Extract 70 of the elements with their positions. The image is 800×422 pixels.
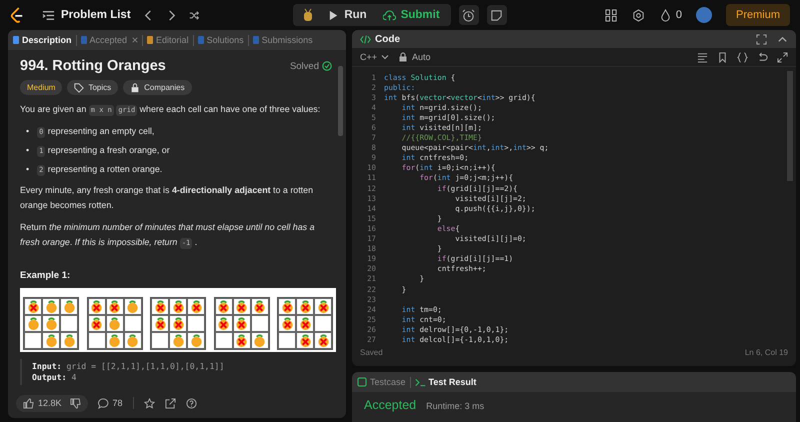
- settings-icon[interactable]: [632, 8, 645, 22]
- reset-icon[interactable]: [757, 52, 768, 62]
- scrollbar[interactable]: [787, 71, 793, 181]
- star-icon[interactable]: [144, 398, 155, 408]
- alarm-clock-button[interactable]: [458, 5, 479, 25]
- note-icon: [490, 8, 504, 22]
- code-icon: [360, 34, 371, 44]
- premium-button[interactable]: Premium: [726, 4, 790, 26]
- runtime-text: Runtime: 3 ms: [426, 401, 484, 411]
- tab-icon: [13, 36, 19, 44]
- check-circle-icon: [322, 61, 332, 71]
- alarm-clock-icon: [462, 8, 476, 22]
- save-status: Saved: [360, 348, 383, 359]
- note-button[interactable]: [486, 5, 507, 25]
- grid-icon[interactable]: [604, 8, 618, 22]
- thumbs-up-icon: [23, 398, 34, 408]
- fullscreen-icon[interactable]: [756, 34, 767, 44]
- comments-button[interactable]: 78: [98, 398, 123, 408]
- problem-title: 994. Rotting Oranges: [20, 58, 166, 74]
- solved-status: Solved: [290, 60, 319, 72]
- example-heading: Example 1:: [20, 270, 72, 281]
- tag-chip[interactable]: Companies: [123, 80, 192, 95]
- scrollbar[interactable]: [338, 66, 343, 136]
- shuffle-icon[interactable]: [188, 10, 200, 20]
- code-tab[interactable]: Code: [360, 34, 400, 44]
- paragraph: Every minute, any fresh orange that is 4-directionally adjacent to a rotten orange becomes rotten.: [20, 184, 314, 212]
- tab[interactable]: Testcase: [357, 377, 406, 387]
- thumbs-down-icon[interactable]: [70, 398, 81, 408]
- tag-chip[interactable]: Topics: [67, 80, 118, 95]
- chevron-down-icon: [381, 53, 390, 61]
- language-select[interactable]: C++: [360, 52, 390, 62]
- close-icon[interactable]: [132, 37, 138, 43]
- tab[interactable]: Accepted: [80, 35, 138, 45]
- tab[interactable]: Solutions: [198, 35, 244, 45]
- format-icon[interactable]: [697, 52, 708, 62]
- run-button[interactable]: Run: [321, 4, 374, 26]
- expand-icon[interactable]: [777, 52, 788, 62]
- lock-icon: [130, 82, 140, 92]
- bookmark-icon[interactable]: [717, 52, 728, 62]
- submit-button[interactable]: Submit: [376, 4, 447, 26]
- logo[interactable]: [10, 7, 24, 23]
- tab-icon: [252, 36, 259, 44]
- comment-icon: [98, 398, 109, 408]
- braces-icon[interactable]: [737, 52, 748, 62]
- play-icon: [328, 10, 340, 20]
- list-icon: [42, 8, 55, 22]
- problem-list-button[interactable]: Problem List: [42, 8, 131, 22]
- cloud-upload-icon: [382, 8, 396, 22]
- tab-icon: [198, 36, 204, 44]
- flame-icon: [658, 8, 672, 22]
- example-text: Output: 4: [32, 372, 78, 383]
- difficulty-badge: Medium: [20, 80, 62, 95]
- tab-icon: [80, 36, 87, 44]
- tag-icon: [74, 82, 84, 92]
- auto-mode-label[interactable]: Auto: [398, 52, 431, 62]
- tab[interactable]: Submissions: [252, 35, 313, 45]
- tab-icon: [147, 36, 154, 44]
- checkbox-icon: [357, 377, 367, 387]
- lock-icon: [398, 52, 408, 62]
- tab[interactable]: Editorial: [147, 35, 189, 45]
- cursor-position: Ln 6, Col 19: [744, 348, 788, 359]
- example-text: Input: grid = [[2,1,1],[1,1,0],[0,1,1]]: [32, 361, 226, 372]
- streak-counter[interactable]: 0: [658, 8, 682, 22]
- tab[interactable]: Test Result: [414, 376, 476, 388]
- share-icon[interactable]: [164, 398, 176, 408]
- terminal-icon: [414, 376, 426, 388]
- tab[interactable]: Description: [13, 35, 72, 45]
- verdict-text: Accepted: [364, 398, 416, 413]
- avatar[interactable]: [696, 7, 712, 23]
- help-icon[interactable]: [186, 398, 197, 408]
